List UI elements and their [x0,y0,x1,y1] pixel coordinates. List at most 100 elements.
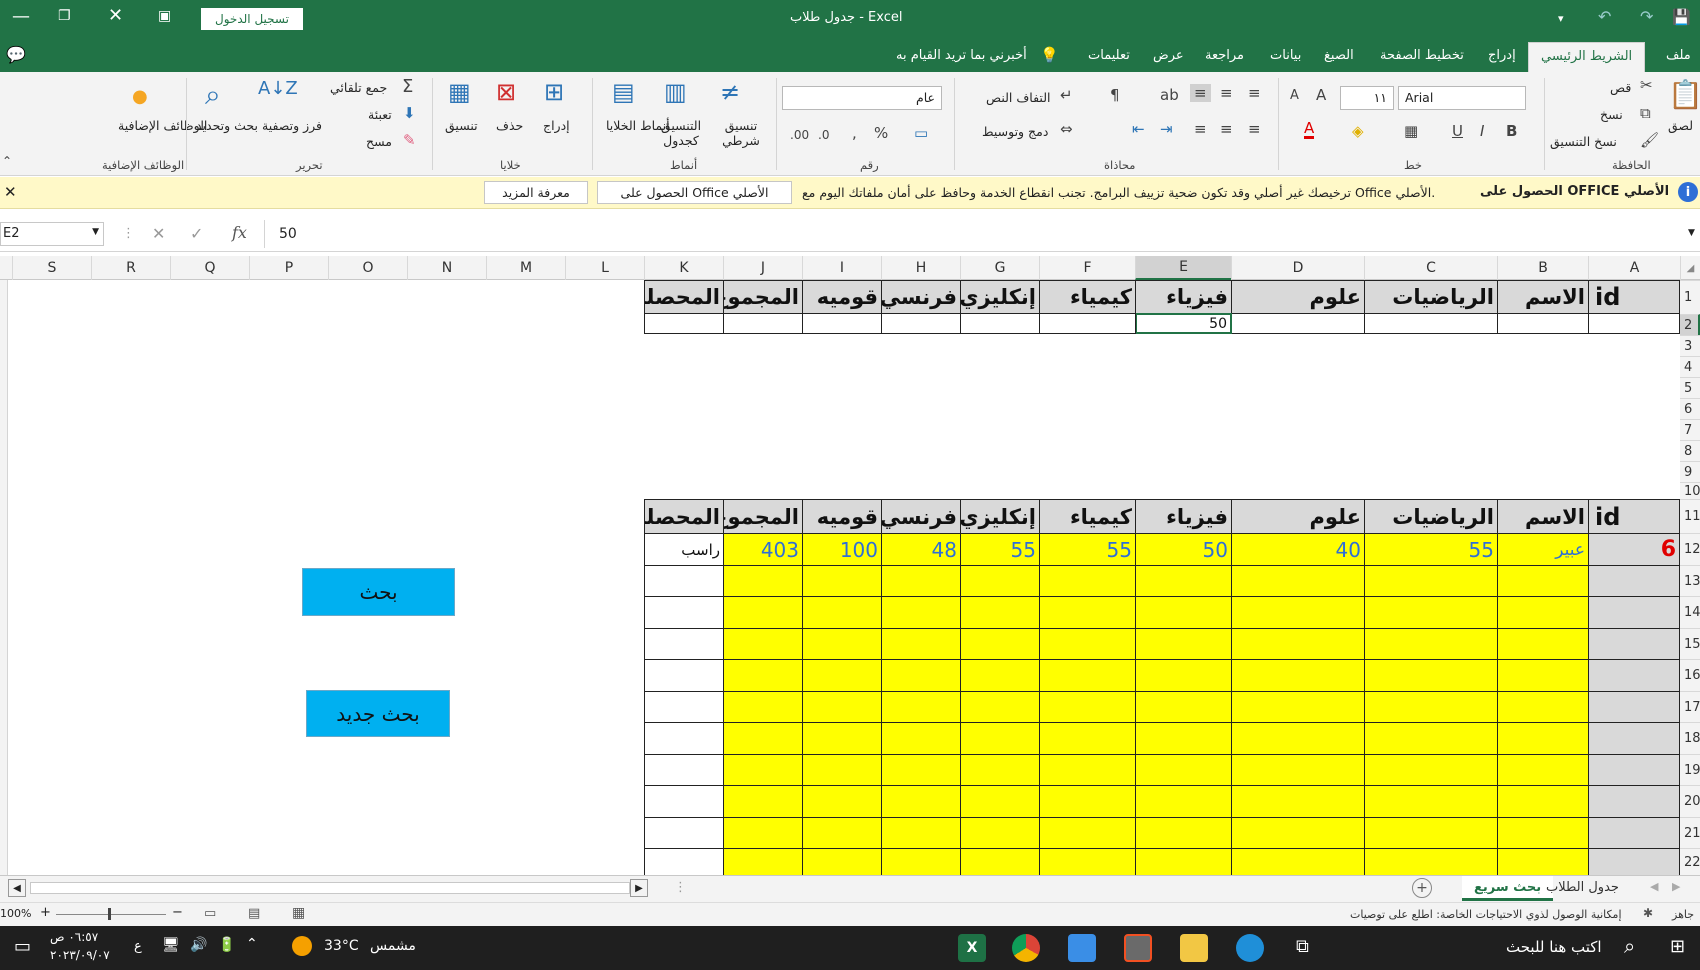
cell[interactable] [1231,313,1365,334]
cell[interactable] [881,659,961,692]
merge-center-button[interactable]: دمج وتوسيط [982,124,1048,139]
delete-cells-icon[interactable]: ⊠ [496,78,516,106]
cell[interactable] [1231,785,1365,818]
volume-icon[interactable]: 🔊 [190,937,207,953]
cell[interactable] [881,691,961,723]
chevron-down-icon[interactable]: ▼ [92,227,99,237]
add-sheet-icon[interactable]: + [1412,878,1432,898]
cell[interactable] [723,848,803,876]
zoom-slider[interactable] [56,914,166,915]
cell[interactable] [723,722,803,755]
cell[interactable] [1364,722,1498,755]
result-id[interactable]: 6 [1588,533,1680,566]
row-header[interactable]: 16 [1680,659,1700,691]
cell[interactable] [1231,754,1365,786]
header-cell-total[interactable]: المجموع [723,280,803,314]
tab-view[interactable]: عرض [1153,48,1184,63]
align-bottom-icon[interactable]: ≡ [1248,84,1261,102]
find-icon[interactable]: ⌕ [205,78,221,112]
column-header-K[interactable]: K [644,256,723,280]
cell[interactable] [881,313,961,334]
cell[interactable] [1231,848,1365,876]
conditional-formatting-button[interactable]: تنسيق شرطي [716,118,766,148]
row-header[interactable]: 18 [1680,722,1700,754]
cell[interactable] [802,691,882,723]
tab-insert[interactable]: إدراج [1488,48,1516,63]
cell[interactable] [1231,691,1365,723]
cell[interactable] [1135,691,1232,723]
restore-icon[interactable]: ❐ [58,8,71,24]
cell[interactable] [1588,722,1680,755]
chrome-taskbar-icon[interactable] [1012,934,1040,962]
format-as-table-icon[interactable]: ▥ [664,78,687,106]
cell[interactable] [802,596,882,629]
header-cell-french[interactable]: فرنسي [881,280,961,314]
result-english[interactable]: 55 [960,533,1040,566]
addins-button[interactable]: الوظائف الإضافية [118,118,207,133]
cell[interactable] [881,817,961,849]
cell[interactable] [1497,785,1589,818]
number-format-select[interactable]: عام [782,86,942,110]
cell[interactable] [644,565,724,597]
autosum-button[interactable]: جمع تلقائي [330,80,387,95]
cell[interactable] [1231,659,1365,692]
rtl-direction-icon[interactable]: ¶ [1110,86,1120,104]
column-header-B[interactable]: B [1497,256,1588,280]
row-header[interactable]: 3 [1680,335,1700,356]
cell[interactable] [881,596,961,629]
insert-button[interactable]: إدراج [543,118,570,133]
wrap-text-icon[interactable]: ↵ [1060,86,1073,104]
cancel-icon[interactable]: ✕ [152,224,165,243]
delete-button[interactable]: حذف [496,118,523,133]
row-header[interactable]: 11 [1680,499,1700,533]
cell[interactable] [802,313,882,334]
paste-icon[interactable]: 📋 [1668,78,1700,111]
cell[interactable] [960,785,1040,818]
cell-styles-icon[interactable]: ▤ [612,78,635,106]
cell[interactable] [723,691,803,723]
column-header-C[interactable]: C [1364,256,1497,280]
increase-decimal-icon[interactable]: .0 [818,128,829,142]
store-taskbar-icon[interactable] [1124,934,1152,962]
customize-qat-icon[interactable]: ▾ [1558,12,1564,25]
select-all-icon[interactable]: ◢ [1680,256,1700,280]
excel-taskbar-icon[interactable]: X [958,934,986,962]
close-message-icon[interactable]: ✕ [4,183,17,201]
cell[interactable] [802,565,882,597]
header-cell-science[interactable]: علوم [1231,280,1365,314]
column-header-L[interactable]: L [565,256,644,280]
cell[interactable] [1039,628,1136,660]
column-header-O[interactable]: O [328,256,407,280]
row-header[interactable]: 13 [1680,565,1700,596]
row-header[interactable]: 20 [1680,785,1700,817]
row-header[interactable]: 2 [1680,314,1700,335]
cell[interactable] [644,722,724,755]
mail-taskbar-icon[interactable] [1068,934,1096,962]
notifications-icon[interactable]: ▭ [14,936,31,957]
cell[interactable] [802,848,882,876]
row-header[interactable]: 14 [1680,596,1700,628]
search-icon[interactable]: ⌕ [1624,934,1635,958]
row-header[interactable]: 7 [1680,419,1700,440]
cell[interactable] [802,754,882,786]
cell[interactable] [1364,817,1498,849]
ribbon-display-icon[interactable]: ▣ [158,8,171,24]
cell[interactable] [881,628,961,660]
cell[interactable] [802,659,882,692]
fill-color-icon[interactable]: ◈ [1352,122,1364,140]
cell[interactable] [723,313,803,334]
zoom-out-icon[interactable]: − [172,905,183,920]
cell[interactable] [644,691,724,723]
cell[interactable] [1497,722,1589,755]
cell[interactable] [960,754,1040,786]
cell[interactable] [802,722,882,755]
sheet-nav-right-icon[interactable]: ▶ [1672,880,1680,893]
cell[interactable] [1588,313,1680,334]
cell[interactable] [644,659,724,692]
column-header-S[interactable]: S [12,256,91,280]
cell[interactable] [1497,754,1589,786]
cell[interactable] [1364,596,1498,629]
cell[interactable] [1588,817,1680,849]
cell[interactable] [960,691,1040,723]
cell[interactable] [644,817,724,849]
